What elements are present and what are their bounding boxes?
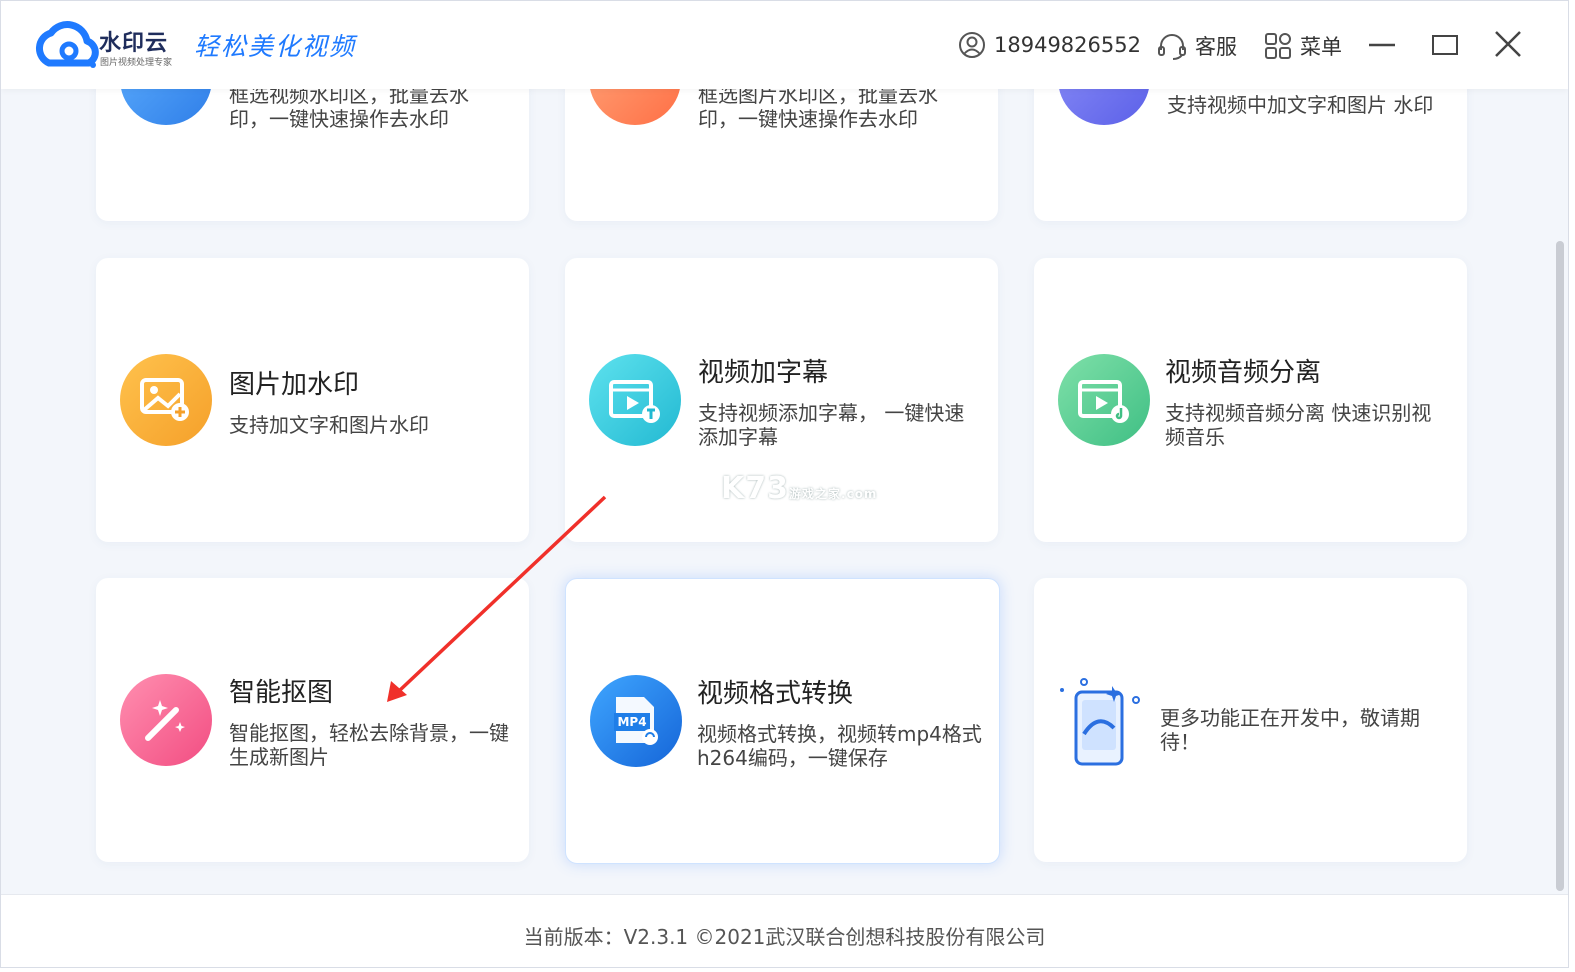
minimize-icon [1369, 43, 1395, 47]
close-icon [1495, 31, 1521, 57]
annotation-arrow [387, 495, 607, 702]
user-phone: 18949826552 [994, 33, 1141, 57]
maximize-icon [1432, 35, 1458, 55]
service-label: 客服 [1195, 35, 1237, 59]
user-icon [959, 32, 985, 58]
user-account[interactable]: 18949826552 [958, 31, 1141, 59]
headset-icon [1158, 34, 1186, 60]
slogan: 轻松美化视频 [194, 32, 357, 61]
title-bar: 水印云 图片视频处理专家 轻松美化视频 18949826552 客服 菜单 [1, 1, 1568, 89]
app-window: 框选视频水印区，批量去水印，一键快速操作去水印 框选图片水印区，批量去水印，一键… [0, 0, 1569, 968]
brand-subtitle: 图片视频处理专家 [100, 58, 173, 68]
feature-grid: 框选视频水印区，批量去水印，一键快速操作去水印 框选图片水印区，批量去水印，一键… [1, 1, 1568, 894]
menu-label: 菜单 [1300, 35, 1342, 59]
maximize-button[interactable] [1430, 29, 1460, 59]
menu-button[interactable]: 菜单 [1264, 31, 1342, 61]
cloud-logo-icon [29, 21, 99, 69]
customer-service-button[interactable]: 客服 [1157, 31, 1237, 61]
close-button[interactable] [1493, 29, 1523, 59]
footer: 当前版本：V2.3.1 ©2021武汉联合创想科技股份有限公司 [1, 894, 1568, 967]
vertical-scrollbar[interactable] [1556, 241, 1564, 891]
minimize-button[interactable] [1367, 29, 1397, 59]
brand-name: 水印云 [99, 31, 169, 56]
version-copyright: 当前版本：V2.3.1 ©2021武汉联合创想科技股份有限公司 [523, 925, 1046, 949]
grid-menu-icon [1265, 33, 1291, 59]
